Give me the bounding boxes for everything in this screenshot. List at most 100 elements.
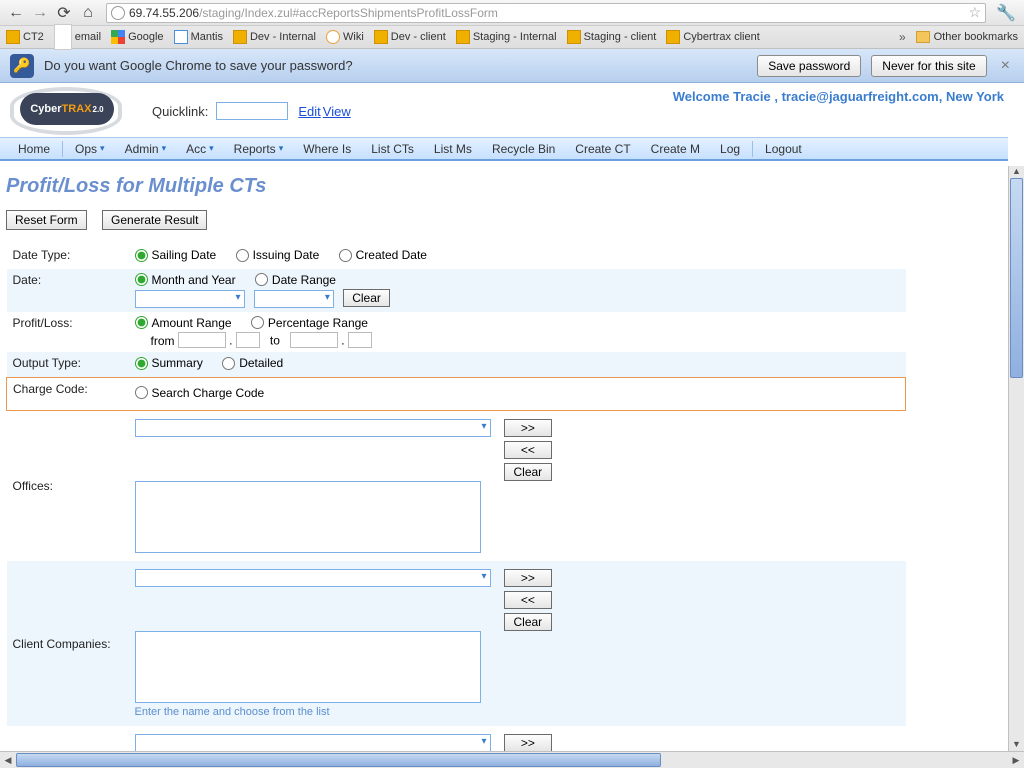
star-icon[interactable]: ☆ — [969, 4, 982, 21]
bookmark-dev-internal[interactable]: Dev - Internal — [233, 30, 316, 44]
wiki-icon — [326, 30, 340, 44]
radio-search-charge-code[interactable]: Search Charge Code — [135, 386, 265, 400]
bookmark-dev-client[interactable]: Dev - client — [374, 30, 446, 44]
back-icon[interactable]: ← — [6, 3, 26, 23]
bookmark-email[interactable]: email — [54, 24, 101, 50]
bookmark-cybertrax-client[interactable]: Cybertrax client — [666, 30, 759, 44]
menu-list-ms[interactable]: List Ms — [424, 138, 482, 159]
bookmark-wiki[interactable]: Wiki — [326, 30, 364, 44]
bookmark-icon — [666, 30, 680, 44]
label-charge-code: Charge Code: — [7, 377, 129, 411]
quicklink-edit-link[interactable]: Edit — [298, 104, 320, 119]
year-select[interactable] — [254, 290, 334, 308]
folder-icon — [916, 31, 930, 43]
menu-reports[interactable]: Reports — [224, 138, 294, 159]
amount-from-int[interactable] — [178, 332, 226, 348]
wrench-icon[interactable]: 🔧 — [996, 3, 1016, 23]
clients-combo[interactable] — [135, 569, 491, 587]
quicklink-view-link[interactable]: View — [323, 104, 351, 119]
quicklink-input[interactable] — [216, 102, 288, 120]
clients-remove-button[interactable]: << — [504, 591, 552, 609]
radio-month-year[interactable]: Month and Year — [135, 273, 236, 287]
amount-from-dec[interactable] — [236, 332, 260, 348]
bookmark-mantis[interactable]: Mantis — [174, 30, 223, 44]
other-bookmarks-folder[interactable]: Other bookmarks — [916, 31, 1018, 43]
offices-clear-button[interactable]: Clear — [504, 463, 552, 481]
menu-where-is[interactable]: Where Is — [293, 138, 361, 159]
offices-remove-button[interactable]: << — [504, 441, 552, 459]
never-password-button[interactable]: Never for this site — [871, 55, 986, 77]
save-password-bar: 🔑 Do you want Google Chrome to save your… — [0, 49, 1024, 83]
bookmark-icon — [456, 30, 470, 44]
menu-recycle-bin[interactable]: Recycle Bin — [482, 138, 565, 159]
radio-amount-range[interactable]: Amount Range — [135, 316, 232, 330]
radio-percentage-range[interactable]: Percentage Range — [251, 316, 368, 330]
amount-to-dec[interactable] — [348, 332, 372, 348]
shippers-combo[interactable] — [135, 734, 491, 751]
row-offices: Offices: >> << Clear — [7, 411, 906, 562]
shippers-add-button[interactable]: >> — [504, 734, 552, 751]
menu-ops[interactable]: Ops — [65, 138, 115, 159]
row-output-type: Output Type: Summary Detailed — [7, 352, 906, 377]
row-shippers: Shippers: >> << Clear Enter the name and… — [7, 726, 906, 751]
menu-list-cts[interactable]: List CTs — [361, 138, 424, 159]
label-offices: Offices: — [7, 411, 129, 562]
offices-listbox[interactable] — [135, 481, 481, 553]
clients-listbox[interactable] — [135, 631, 481, 703]
offices-add-button[interactable]: >> — [504, 419, 552, 437]
radio-detailed[interactable]: Detailed — [222, 356, 283, 370]
date-clear-button[interactable]: Clear — [343, 289, 390, 307]
scroll-right-icon[interactable]: ▶ — [1008, 755, 1024, 766]
save-password-button[interactable]: Save password — [757, 55, 861, 77]
horizontal-scrollbar[interactable]: ◀ ▶ — [0, 751, 1024, 768]
label-client-companies: Client Companies: — [7, 561, 129, 726]
reset-form-button[interactable]: Reset Form — [6, 210, 87, 230]
menu-acc[interactable]: Acc — [176, 138, 224, 159]
reload-icon[interactable]: ⟳ — [54, 3, 74, 23]
scroll-thumb[interactable] — [1010, 178, 1023, 378]
bookmarks-overflow-icon[interactable]: » — [899, 30, 906, 44]
menu-create-ct[interactable]: Create CT — [565, 138, 640, 159]
menu-log[interactable]: Log — [710, 138, 750, 159]
password-prompt: Do you want Google Chrome to save your p… — [44, 58, 353, 73]
menu-home[interactable]: Home — [8, 138, 60, 159]
menu-create-m[interactable]: Create M — [641, 138, 710, 159]
hscroll-thumb[interactable] — [16, 753, 661, 767]
main-menu: Home Ops Admin Acc Reports Where Is List… — [0, 137, 1008, 161]
clients-add-button[interactable]: >> — [504, 569, 552, 587]
bookmark-icon — [233, 30, 247, 44]
label-from: from — [151, 334, 175, 348]
radio-created-date[interactable]: Created Date — [339, 248, 427, 262]
generate-result-button[interactable]: Generate Result — [102, 210, 207, 230]
clients-clear-button[interactable]: Clear — [504, 613, 552, 631]
radio-summary[interactable]: Summary — [135, 356, 203, 370]
radio-sailing-date[interactable]: Sailing Date — [135, 248, 217, 262]
row-profit-loss: Profit/Loss: Amount Range Percentage Ran… — [7, 312, 906, 353]
home-icon[interactable]: ⌂ — [78, 3, 98, 23]
offices-combo[interactable] — [135, 419, 491, 437]
quicklink-label: Quicklink: — [152, 104, 208, 119]
menu-admin[interactable]: Admin — [115, 138, 177, 159]
month-select[interactable] — [135, 290, 245, 308]
scroll-down-icon[interactable]: ▼ — [1009, 739, 1024, 751]
form-table: Date Type: Sailing Date Issuing Date Cre… — [6, 244, 906, 751]
bookmark-ct2[interactable]: CT2 — [6, 30, 44, 44]
globe-icon — [111, 6, 125, 20]
forward-icon: → — [30, 3, 50, 23]
key-icon: 🔑 — [10, 54, 34, 78]
action-row: Reset Form Generate Result — [6, 210, 998, 230]
radio-date-range[interactable]: Date Range — [255, 273, 336, 287]
close-icon[interactable]: × — [997, 57, 1014, 75]
bookmark-staging-client[interactable]: Staging - client — [567, 30, 657, 44]
bookmark-staging-internal[interactable]: Staging - Internal — [456, 30, 557, 44]
amount-to-int[interactable] — [290, 332, 338, 348]
scroll-up-icon[interactable]: ▲ — [1009, 166, 1024, 178]
bookmark-google[interactable]: Google — [111, 30, 163, 44]
vertical-scrollbar[interactable]: ▲ ▼ — [1008, 166, 1024, 751]
label-shippers: Shippers: — [7, 726, 129, 751]
radio-issuing-date[interactable]: Issuing Date — [236, 248, 320, 262]
url-bar[interactable]: 69.74.55.206/staging/Index.zul#accReport… — [106, 3, 986, 23]
bookmark-icon — [567, 30, 581, 44]
scroll-left-icon[interactable]: ◀ — [0, 755, 16, 766]
menu-logout[interactable]: Logout — [755, 138, 812, 159]
